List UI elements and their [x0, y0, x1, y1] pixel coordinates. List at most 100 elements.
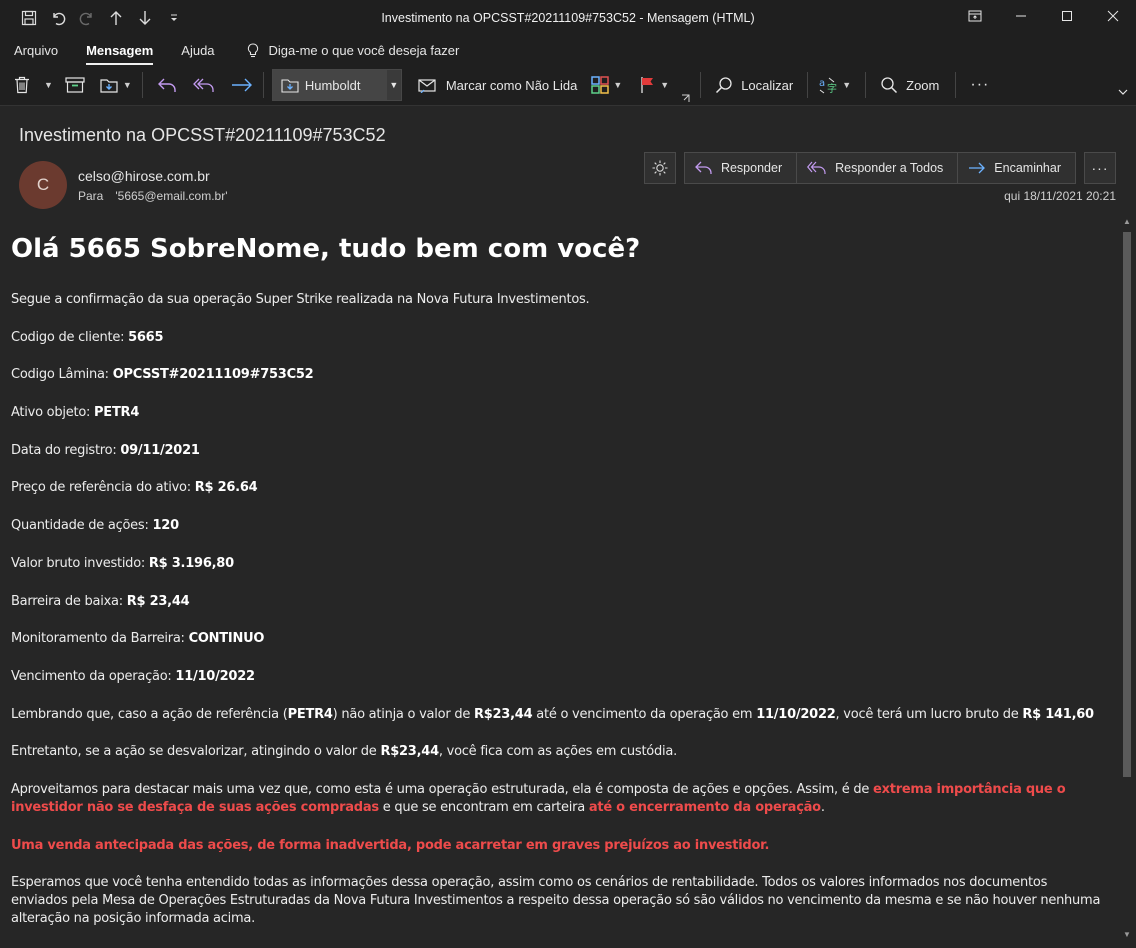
- scroll-up-icon[interactable]: ▲: [1120, 214, 1134, 228]
- close-icon[interactable]: [1090, 0, 1136, 32]
- archive-icon: [65, 77, 85, 93]
- reply-all-icon: [807, 161, 826, 174]
- field-value: 120: [152, 518, 179, 534]
- zoom-button[interactable]: Zoom: [876, 69, 943, 101]
- delete-button[interactable]: ▼: [10, 69, 57, 101]
- field-value: R$ 26.64: [194, 480, 258, 496]
- chevron-down-icon[interactable]: ▼: [842, 80, 851, 90]
- ribbon-separator: [700, 72, 702, 98]
- reply-all-button[interactable]: Responder a Todos: [797, 153, 959, 183]
- tab-arquivo[interactable]: Arquivo: [14, 36, 58, 65]
- chevron-down-icon[interactable]: ▼: [387, 80, 401, 90]
- sender-address[interactable]: celso@hirose.com.br: [78, 168, 210, 184]
- find-button[interactable]: Localizar: [711, 69, 797, 101]
- scrollbar-thumb[interactable]: [1123, 232, 1131, 777]
- chevron-down-icon[interactable]: ▼: [123, 80, 132, 90]
- zoom-label: Zoom: [906, 77, 940, 93]
- to-label: Para: [78, 189, 104, 203]
- field-sheet-code: Codigo Lâmina: OPCSST#20211109#753C52: [11, 366, 1101, 384]
- move-to-folder-icon: [281, 79, 299, 93]
- svg-text:a: a: [819, 78, 825, 89]
- undo-icon[interactable]: [43, 4, 72, 32]
- field-label: Codigo Lâmina:: [11, 367, 113, 383]
- received-date: qui 18/11/2021 20:21: [1004, 189, 1116, 203]
- chevron-down-icon[interactable]: ▼: [613, 80, 622, 90]
- forward-icon: [969, 162, 986, 174]
- reply-all-ribbon-button[interactable]: [189, 69, 219, 101]
- more-actions-button[interactable]: ···: [1084, 152, 1116, 184]
- maximize-icon[interactable]: [1044, 0, 1090, 32]
- reply-icon: [695, 161, 712, 174]
- collapse-ribbon-button[interactable]: [1114, 85, 1132, 99]
- flag-icon: [641, 77, 654, 93]
- save-icon[interactable]: [14, 4, 43, 32]
- reply-actions-group: Responder Responder a Todos Encaminhar: [683, 152, 1076, 184]
- sun-icon: [652, 160, 668, 176]
- chevron-down-icon[interactable]: ▼: [44, 80, 53, 90]
- closing-paragraph: Esperamos que você tenha entendido todas…: [11, 875, 1101, 927]
- theme-toggle-button[interactable]: [643, 152, 676, 184]
- text-run: até o vencimento da operação em: [532, 706, 757, 722]
- red-emphasis-run: até o encerramento da operação: [588, 799, 821, 815]
- field-registration-date: Data do registro: 09/11/2021: [11, 442, 1101, 460]
- customize-toolbar-icon[interactable]: [159, 4, 188, 32]
- bold-run: PETR4: [287, 706, 333, 722]
- quick-step-label: Humboldt: [304, 77, 361, 93]
- vertical-scrollbar[interactable]: ▲ ▼: [1120, 214, 1134, 941]
- reply-ribbon-button[interactable]: [153, 69, 181, 101]
- forward-button[interactable]: Encaminhar: [958, 153, 1075, 183]
- tab-mensagem[interactable]: Mensagem: [86, 36, 154, 65]
- reminder-paragraph: Lembrando que, caso a ação de referência…: [11, 706, 1101, 724]
- field-barrier-monitoring: Monitoramento da Barreira: CONTINUO: [11, 630, 1101, 648]
- field-value: OPCSST#20211109#753C52: [112, 367, 314, 383]
- categorize-button[interactable]: ▼: [587, 69, 626, 101]
- find-label: Localizar: [741, 77, 794, 93]
- tell-me-search[interactable]: Diga-me o que você deseja fazer: [247, 42, 460, 59]
- follow-up-button[interactable]: ▼: [636, 69, 673, 101]
- quick-step-dropdown[interactable]: Humboldt ▼: [271, 69, 402, 101]
- zoom-icon: [881, 77, 898, 94]
- field-label: Vencimento da operação:: [11, 668, 176, 684]
- quick-access-toolbar: [0, 4, 188, 32]
- mark-unread-button[interactable]: Marcar como Não Lida: [414, 69, 582, 101]
- translate-icon: a字: [819, 77, 837, 94]
- scroll-down-icon[interactable]: ▼: [1120, 927, 1134, 941]
- redo-icon[interactable]: [72, 4, 101, 32]
- move-button[interactable]: ▼: [95, 69, 136, 101]
- field-value: PETR4: [94, 405, 140, 421]
- avatar[interactable]: C: [19, 161, 67, 209]
- to-address[interactable]: '5665@email.com.br': [115, 189, 227, 203]
- next-item-icon[interactable]: [130, 4, 159, 32]
- archive-button[interactable]: [61, 69, 89, 101]
- ribbon-separator: [865, 72, 867, 98]
- text-run: e que se encontram em carteira: [378, 799, 589, 815]
- message-body: Olá 5665 SobreNome, tudo bem com você? S…: [11, 232, 1101, 948]
- field-value: R$ 23,44: [126, 593, 190, 609]
- field-value: 09/11/2021: [120, 442, 200, 458]
- field-label: Monitoramento da Barreira:: [11, 631, 189, 647]
- highlight-paragraph: Aproveitamos para destacar mais uma vez …: [11, 781, 1101, 817]
- forward-ribbon-button[interactable]: [227, 69, 257, 101]
- text-run: ) não atinja o valor de: [332, 706, 474, 722]
- field-label: Valor bruto investido:: [11, 555, 149, 571]
- text-run: , você fica com as ações em custódia.: [438, 744, 677, 760]
- translate-button[interactable]: a字 ▼: [814, 69, 855, 101]
- chevron-down-icon[interactable]: ▼: [660, 80, 669, 90]
- categorize-icon: [591, 76, 610, 94]
- message-subject: Investimento na OPCSST#20211109#753C52: [19, 125, 386, 145]
- previous-item-icon[interactable]: [101, 4, 130, 32]
- quick-step-selected[interactable]: Humboldt: [272, 70, 387, 100]
- tab-ajuda[interactable]: Ajuda: [181, 36, 214, 65]
- minimize-icon[interactable]: [998, 0, 1044, 32]
- text-run: , você terá um lucro bruto de: [835, 706, 1023, 722]
- ribbon-separator: [807, 72, 809, 98]
- field-value: CONTINUO: [188, 631, 265, 647]
- dialog-launcher[interactable]: [679, 91, 692, 105]
- reply-button[interactable]: Responder: [685, 153, 798, 183]
- however-paragraph: Entretanto, se a ação se desvalorizar, a…: [11, 743, 1101, 761]
- ribbon-display-options-icon[interactable]: [952, 0, 998, 32]
- forward-icon: [231, 78, 252, 92]
- tell-me-label: Diga-me o que você deseja fazer: [268, 43, 460, 58]
- more-label: ···: [970, 76, 990, 93]
- more-commands-button[interactable]: ···: [966, 69, 993, 101]
